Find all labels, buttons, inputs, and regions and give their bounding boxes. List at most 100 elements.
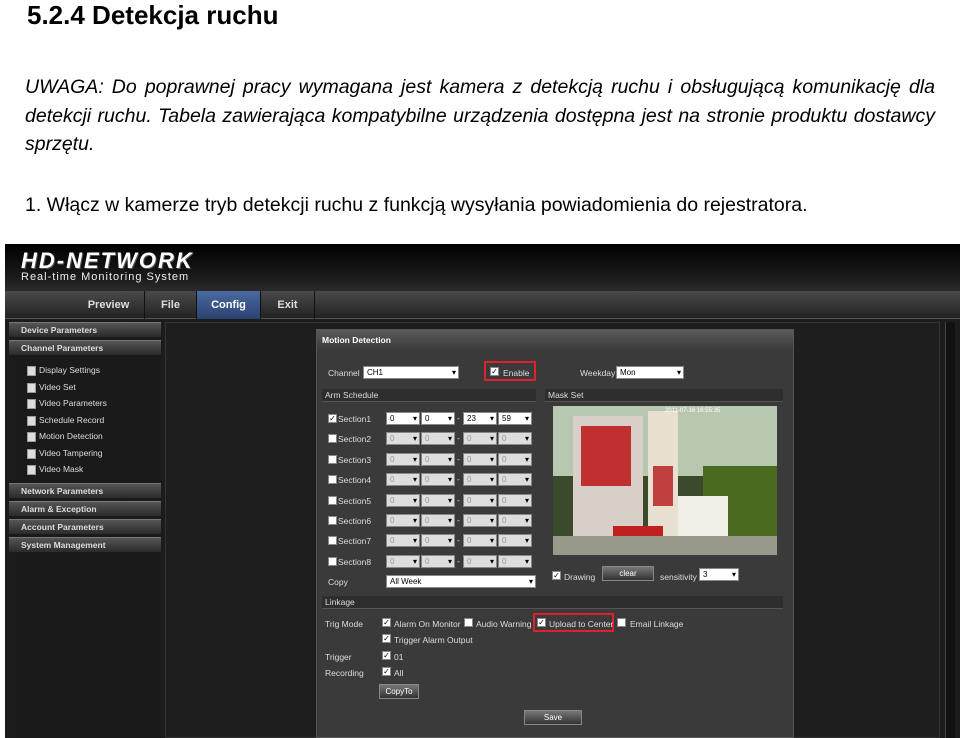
section-time-select[interactable]: 0 [386,534,420,548]
section-time-select[interactable]: 0 [421,412,455,425]
panel-title: Motion Detection [317,330,793,350]
sidebar-alarm-exception[interactable]: Alarm & Exception [9,501,161,516]
section-time-select[interactable]: 0 [386,493,420,507]
sidebar-video-parameters[interactable]: Video Parameters [25,396,107,410]
camera-timestamp: 2011-07-16 16:55:35 [665,408,721,414]
section-time-select[interactable]: 0 [421,452,455,466]
section-checkbox[interactable] [328,536,337,546]
sidebar-video-tampering[interactable]: Video Tampering [25,446,102,460]
sidebar-motion-detection[interactable]: Motion Detection [25,429,103,443]
app-subtitle: Real-time Monitoring System [21,271,190,283]
section-time-select[interactable]: 0 [498,514,532,527]
camera-preview[interactable]: 2011-07-16 16:55:35 [553,406,777,555]
trigger-checkbox[interactable]: ✓ [382,651,391,660]
sidebar-display-settings[interactable]: Display Settings [25,363,100,377]
section-time-select[interactable]: 0 [463,514,497,527]
sidebar-device-parameters[interactable]: Device Parameters [9,322,161,337]
section-time-select[interactable]: 0 [421,554,455,568]
trigger-value: 01 [394,652,404,662]
section-time-select[interactable]: 59 [498,412,532,425]
arm-schedule-header: Arm Schedule [322,389,536,402]
enable-label: Enable [503,368,530,378]
copy-select[interactable]: All Week [386,575,536,588]
section-time-select[interactable]: 0 [463,554,497,568]
email-linkage-checkbox[interactable] [617,618,626,627]
save-button[interactable]: Save [524,710,582,725]
section-time-select[interactable]: 0 [463,534,497,548]
trigger-label: Trigger [325,652,352,662]
section-time-select[interactable]: 0 [386,412,420,425]
section-checkbox[interactable] [328,475,337,485]
email-linkage-label: Email Linkage [630,619,684,629]
sidebar-account-parameters[interactable]: Account Parameters [9,519,161,534]
alarm-on-monitor-checkbox[interactable]: ✓ [382,618,391,627]
section-time-select[interactable]: 0 [421,534,455,548]
trigger-alarm-output-checkbox[interactable]: ✓ [382,634,391,643]
mask-set-header: Mask Set [545,389,783,402]
enable-checkbox[interactable]: ✓ [490,367,499,376]
section-time-select[interactable]: 0 [498,473,532,487]
section-label: Section7 [338,536,372,547]
section-label: Section8 [338,556,372,567]
section-time-select[interactable]: 0 [386,473,420,487]
section-time-select[interactable]: 0 [421,514,455,527]
section-time-select[interactable]: 0 [421,493,455,507]
section-checkbox[interactable] [328,434,337,444]
upload-to-center-checkbox[interactable]: ✓ [537,618,546,627]
section-time-select[interactable]: 0 [421,473,455,487]
recording-value: All [394,668,404,678]
trig-mode-label: Trig Mode [325,619,363,629]
drawing-checkbox[interactable]: ✓ [552,571,561,580]
section-time-select[interactable]: 0 [463,493,497,507]
section-time-select[interactable]: 0 [386,452,420,466]
sidebar-system-management[interactable]: System Management [9,537,161,552]
section-checkbox[interactable] [328,495,337,505]
section-checkbox[interactable] [328,556,337,566]
weekday-select[interactable]: Mon [616,366,684,379]
section-time-select[interactable]: 23 [463,412,497,425]
section-time-select[interactable]: 0 [498,554,532,568]
range-dash: - [457,535,460,546]
linkage-header: Linkage [322,596,783,609]
range-dash: - [457,413,460,423]
sidebar-network-parameters[interactable]: Network Parameters [9,483,161,498]
section-checkbox[interactable]: ✓ [328,414,337,423]
section-time-select[interactable]: 0 [421,432,455,446]
section-time-select[interactable]: 0 [463,432,497,446]
section-label: Section6 [338,516,372,526]
section-time-select[interactable]: 0 [498,493,532,507]
section-time-select[interactable]: 0 [463,473,497,487]
clear-button[interactable]: clear [602,566,654,581]
menu-preview[interactable]: Preview [73,291,145,319]
scrollbar[interactable] [945,322,955,738]
warning-note: UWAGA: Do poprawnej pracy wymagana jest … [25,76,935,155]
sidebar-video-set[interactable]: Video Set [25,380,76,394]
section-time-select[interactable]: 0 [463,452,497,466]
section-time-select[interactable]: 0 [498,534,532,548]
menu-exit[interactable]: Exit [261,291,315,319]
audio-warning-checkbox[interactable] [464,618,473,627]
sensitivity-select[interactable]: 3 [699,568,739,581]
recording-label: Recording [325,668,364,678]
section-checkbox[interactable] [328,516,337,525]
copyto-button[interactable]: CopyTo [379,684,419,699]
menu-file[interactable]: File [145,291,197,319]
section-checkbox[interactable] [328,454,337,464]
sidebar-channel-parameters[interactable]: Channel Parameters [9,340,161,355]
menu-config[interactable]: Config [197,291,261,319]
section-time-select[interactable]: 0 [498,452,532,466]
sidebar-schedule-record[interactable]: Schedule Record [25,413,104,427]
recording-checkbox[interactable]: ✓ [382,667,391,676]
range-dash: - [457,555,460,566]
channel-select[interactable]: CH1 [363,366,459,379]
channel-label: Channel [328,368,360,378]
section-time-select[interactable]: 0 [498,432,532,446]
app-header: HD-NETWORK Real-time Monitoring System [5,244,960,291]
range-dash: - [457,453,460,464]
sidebar-video-mask[interactable]: Video Mask [25,462,83,476]
audio-warning-label: Audio Warning [476,619,532,629]
section-time-select[interactable]: 0 [386,514,420,527]
section-time-select[interactable]: 0 [386,432,420,446]
section-time-select[interactable]: 0 [386,554,420,568]
step-1: 1. Włącz w kamerze tryb detekcji ruchu z… [25,194,808,216]
